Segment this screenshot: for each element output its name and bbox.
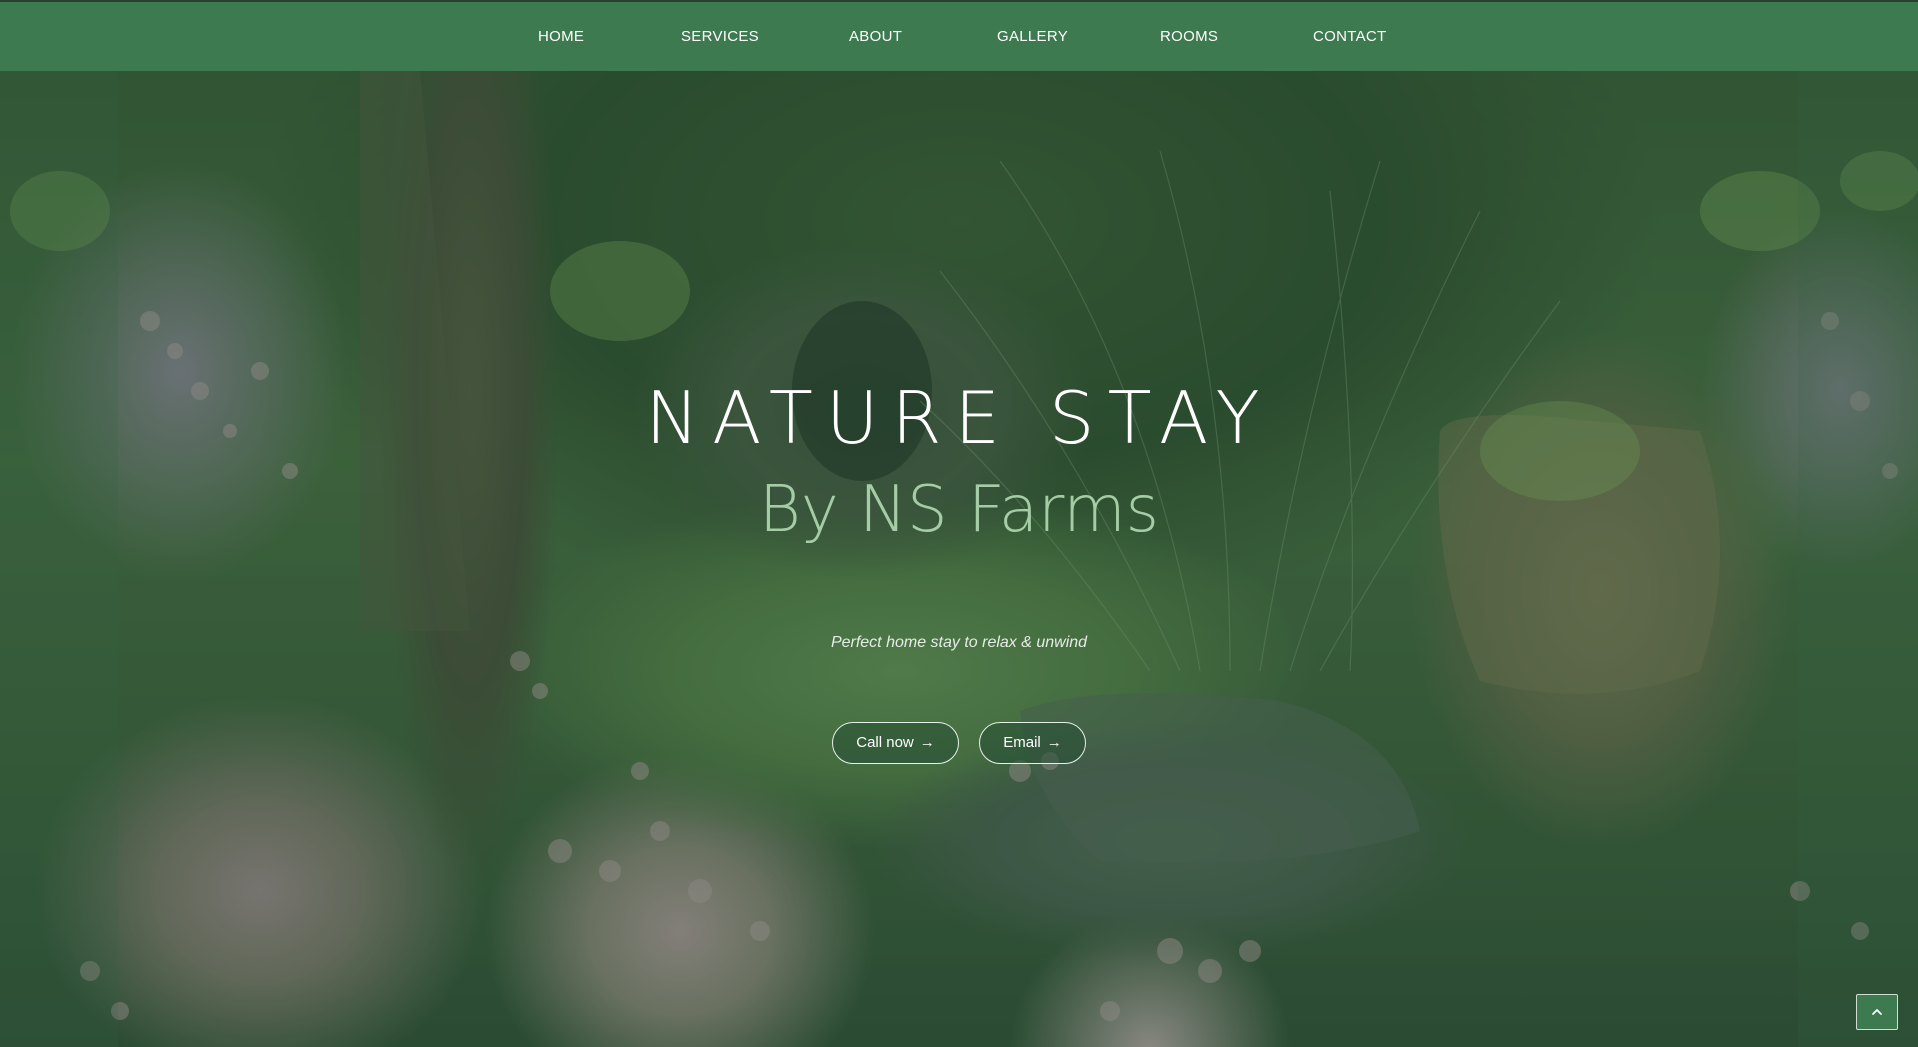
hero-tagline: Perfect home stay to relax & unwind [830,634,1088,651]
email-button[interactable]: Email → [979,722,1086,764]
nav-item-about[interactable]: ABOUT [849,28,902,45]
nav-item-rooms[interactable]: ROOMS [1160,28,1218,45]
email-label: Email [1003,734,1041,751]
chevron-up-icon [1872,1009,1882,1016]
arrow-right-icon: → [919,734,935,751]
hero-section [0,71,1918,1047]
nav-item-home[interactable]: HOME [538,28,584,45]
nav-item-contact[interactable]: CONTACT [1313,28,1386,45]
arrow-right-icon: → [1046,734,1062,751]
nav-item-gallery[interactable]: GALLERY [997,28,1068,45]
main-nav: HOME SERVICES ABOUT GALLERY ROOMS CONTAC… [0,2,1918,71]
hero-overlay [0,71,1918,1047]
top-navigation-bar: HOME SERVICES ABOUT GALLERY ROOMS CONTAC… [0,0,1918,71]
nav-item-services[interactable]: SERVICES [681,28,759,45]
hero-title: NATURE STAY [645,376,1273,460]
call-now-label: Call now [856,734,914,751]
back-to-top-button[interactable] [1856,994,1898,1030]
hero-subtitle: By NS Farms [759,473,1159,547]
call-now-button[interactable]: Call now → [832,722,959,764]
